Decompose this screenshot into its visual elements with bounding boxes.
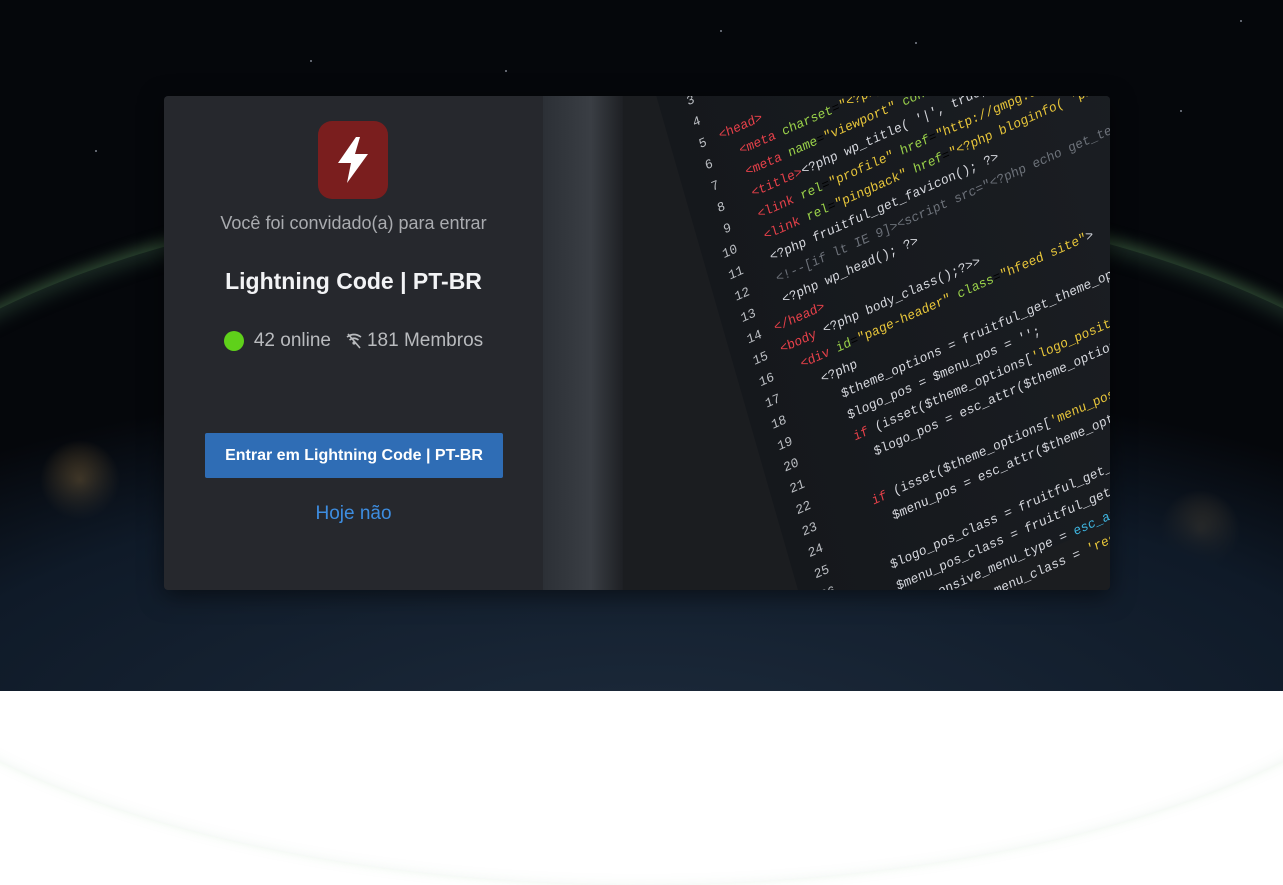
star xyxy=(1240,20,1242,22)
code-screen-image: 1<!DOCTYPE html> 2<!--[if IE 8]> <html c… xyxy=(543,96,1110,590)
invite-modal: Você foi convidado(a) para entrar Lightn… xyxy=(164,96,1110,590)
code-illustration: 1<!DOCTYPE html> 2<!--[if IE 8]> <html c… xyxy=(583,96,1110,590)
join-server-button[interactable]: Entrar em Lightning Code | PT-BR xyxy=(205,433,503,478)
members-icon xyxy=(345,333,363,349)
online-stat: 42 online xyxy=(223,330,331,352)
online-status-icon xyxy=(223,331,244,351)
star xyxy=(1180,110,1182,112)
decline-link[interactable]: Hoje não xyxy=(164,503,543,525)
star xyxy=(720,30,722,32)
lightning-bolt-icon xyxy=(338,137,368,183)
monitor-bezel xyxy=(543,96,623,590)
member-count: 181 Membros xyxy=(366,330,484,351)
online-count: 42 online xyxy=(253,330,331,351)
star xyxy=(915,42,917,44)
server-name: Lightning Code | PT-BR xyxy=(225,268,482,294)
members-stat: 181 Membros xyxy=(345,330,483,352)
invite-panel: Você foi convidado(a) para entrar Lightn… xyxy=(164,96,543,590)
server-icon xyxy=(318,121,388,199)
invite-prompt: Você foi convidado(a) para entrar xyxy=(220,213,487,233)
server-stats: 42 online 181 Membros xyxy=(164,330,543,352)
star xyxy=(95,150,97,152)
star xyxy=(310,60,312,62)
star xyxy=(505,70,507,72)
